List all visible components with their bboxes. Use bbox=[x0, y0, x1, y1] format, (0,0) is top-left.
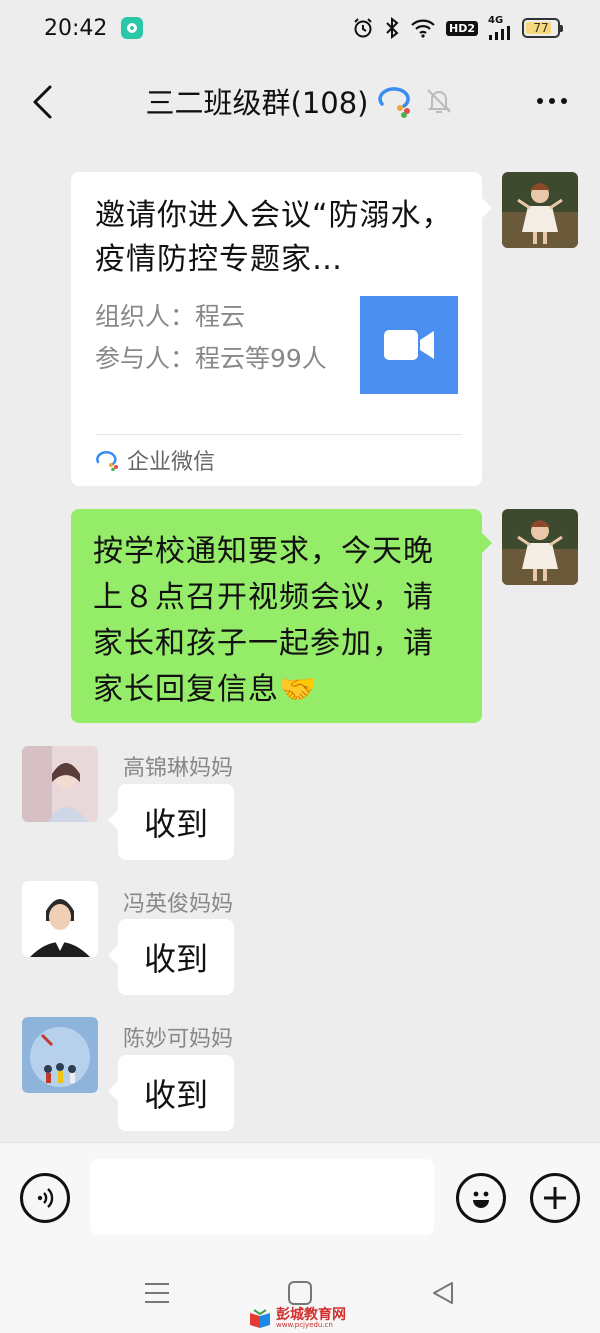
message-list[interactable]: 邀请你进入会议“防溺水，疫情防控专题家… 组织人：程云 参与人：程云等99人 企 bbox=[0, 146, 600, 1142]
message-input[interactable] bbox=[90, 1159, 434, 1235]
more-icon-dot bbox=[561, 98, 567, 104]
network-indicator: 4G bbox=[488, 16, 512, 40]
book-logo-icon bbox=[250, 1308, 270, 1328]
video-meeting-thumbnail bbox=[360, 296, 458, 394]
battery-level: 77 bbox=[533, 21, 549, 35]
nav-back-button[interactable] bbox=[428, 1278, 458, 1308]
self-message-bubble[interactable]: 按学校通知要求，今天晚上８点召开视频会议，请家长和孩子一起参加，请家长回复信息🤝 bbox=[71, 509, 492, 723]
hd-voice-badge: HD2 bbox=[446, 20, 478, 36]
signal-icon bbox=[489, 26, 510, 40]
alarm-icon bbox=[354, 18, 372, 38]
nav-home-button[interactable] bbox=[285, 1278, 315, 1308]
emoji-icon bbox=[473, 1191, 489, 1208]
mute-bell-icon bbox=[427, 89, 452, 113]
plus-icon bbox=[544, 1187, 566, 1209]
status-bar: 20:42 HD2 4G 77 bbox=[0, 0, 600, 56]
sender-name: 陈妙可妈妈 bbox=[123, 1027, 234, 1052]
card-source-label: 企业微信 bbox=[127, 450, 216, 475]
input-bar bbox=[0, 1142, 600, 1250]
card-source: 企业微信 bbox=[95, 444, 215, 476]
triangle-back-icon bbox=[433, 1282, 453, 1304]
more-button[interactable] bbox=[530, 86, 574, 116]
menu-icon bbox=[145, 1283, 169, 1303]
home-square-icon bbox=[288, 1281, 312, 1305]
meeting-invite-card[interactable]: 邀请你进入会议“防溺水，疫情防控专题家… 组织人：程云 参与人：程云等99人 企 bbox=[71, 172, 492, 486]
chat-title-group[interactable]: 三二班级群(108) bbox=[146, 80, 455, 122]
status-icons: HD2 4G 77 bbox=[352, 16, 563, 40]
more-icon bbox=[537, 98, 543, 104]
system-nav-bar: 彭城教育网 www.pcjyedu.cn bbox=[0, 1250, 600, 1333]
avatar-contact[interactable] bbox=[22, 881, 98, 957]
watermark-url: www.pcjyedu.cn bbox=[276, 1321, 333, 1329]
back-button[interactable] bbox=[22, 80, 62, 124]
contact-message-bubble[interactable]: 收到 bbox=[108, 784, 234, 860]
avatar-contact[interactable] bbox=[22, 746, 98, 822]
plus-button[interactable] bbox=[530, 1173, 580, 1223]
voice-icon bbox=[37, 1188, 54, 1208]
watermark: 彭城教育网 www.pcjyedu.cn bbox=[248, 1308, 346, 1329]
sender-name: 冯英俊妈妈 bbox=[123, 892, 234, 917]
group-chat-icon bbox=[378, 87, 411, 118]
chat-title: 三二班级群(108) bbox=[145, 86, 369, 120]
watermark-text: 彭城教育网 bbox=[276, 1307, 346, 1323]
wifi-icon bbox=[411, 19, 435, 38]
card-divider bbox=[95, 434, 462, 435]
network-label: 4G bbox=[488, 15, 504, 26]
more-icon-dot bbox=[549, 98, 555, 104]
voice-button[interactable] bbox=[20, 1173, 70, 1223]
bluetooth-icon bbox=[386, 17, 399, 39]
meeting-participants: 参与人：程云等99人 bbox=[95, 344, 327, 373]
meeting-title: 邀请你进入会议“防溺水，疫情防控专题家… bbox=[95, 198, 453, 277]
battery-icon: 77 bbox=[522, 18, 563, 38]
video-camera-icon bbox=[384, 330, 434, 360]
emoji-button[interactable] bbox=[456, 1173, 506, 1223]
notification-app-icon bbox=[121, 17, 144, 39]
contact-message-bubble[interactable]: 收到 bbox=[108, 919, 234, 995]
avatar-self[interactable] bbox=[502, 172, 578, 248]
back-arrow-icon bbox=[33, 85, 52, 119]
sender-name: 高锦琳妈妈 bbox=[123, 756, 234, 781]
status-time: 20:42 bbox=[44, 15, 108, 41]
wecom-icon bbox=[96, 451, 118, 471]
nav-menu-button[interactable] bbox=[142, 1278, 172, 1308]
avatar-contact[interactable] bbox=[22, 1017, 98, 1093]
avatar-self[interactable] bbox=[502, 509, 578, 585]
contact-message-bubble[interactable]: 收到 bbox=[108, 1055, 234, 1131]
meeting-organizer: 组织人：程云 bbox=[95, 302, 246, 331]
chat-header: 三二班级群(108) bbox=[0, 56, 600, 146]
